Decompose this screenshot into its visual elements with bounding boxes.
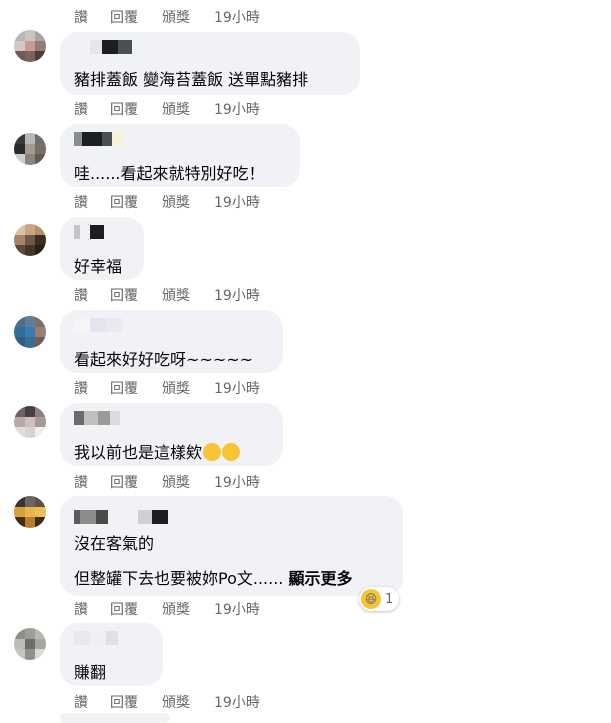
comment-bubble: 賺翻 bbox=[60, 623, 163, 686]
commenter-name[interactable] bbox=[74, 411, 120, 427]
laughing-emoji-icon bbox=[203, 443, 222, 461]
comment-bubble: 哇......看起來就特別好吃！ bbox=[60, 124, 300, 187]
see-more-link[interactable]: 顯示更多 bbox=[288, 569, 352, 588]
comment-actions: 讚 回覆 頒獎 19小時 bbox=[74, 692, 260, 712]
comment-actions: 讚 回覆 頒獎 19小時 bbox=[74, 472, 260, 492]
comment-bubble: 好幸福 bbox=[60, 217, 144, 280]
commenter-name[interactable] bbox=[74, 132, 124, 148]
commenter-name[interactable] bbox=[74, 631, 118, 647]
comment-text: 哇......看起來就特別好吃！ bbox=[74, 164, 265, 183]
comment-text: 豬排蓋飯 變海苔蓋飯 送單點豬排 bbox=[74, 70, 309, 89]
reply-link[interactable]: 回覆 bbox=[110, 99, 162, 119]
award-link[interactable]: 頒獎 bbox=[162, 7, 214, 27]
reaction-count: 1 bbox=[385, 591, 394, 607]
timestamp[interactable]: 19小時 bbox=[214, 285, 260, 305]
timestamp[interactable]: 19小時 bbox=[214, 692, 260, 712]
award-link[interactable]: 頒獎 bbox=[162, 192, 214, 212]
comment-text-line2: 但整罐下去也要被妳Po文...... 顯示更多 bbox=[74, 565, 353, 589]
haha-reaction-icon: 😆 bbox=[361, 589, 381, 609]
comment-bubble: 看起來好好吃呀~~~~~ bbox=[60, 310, 283, 373]
comment-text: 好幸福 bbox=[74, 257, 123, 276]
laughing-emoji-icon bbox=[222, 443, 241, 461]
comment-text-line1: 沒在客氣的 bbox=[74, 534, 155, 553]
commenter-name[interactable] bbox=[74, 510, 168, 526]
next-comment-bubble bbox=[60, 713, 170, 723]
timestamp[interactable]: 19小時 bbox=[214, 378, 260, 398]
like-link[interactable]: 讚 bbox=[74, 378, 110, 398]
commenter-name[interactable] bbox=[90, 40, 132, 56]
comment-bubble: 沒在客氣的 但整罐下去也要被妳Po文...... 顯示更多 bbox=[60, 496, 403, 596]
award-link[interactable]: 頒獎 bbox=[162, 599, 214, 619]
timestamp[interactable]: 19小時 bbox=[214, 7, 260, 27]
reply-link[interactable]: 回覆 bbox=[110, 599, 162, 619]
like-link[interactable]: 讚 bbox=[74, 692, 110, 712]
comment-actions: 讚 回覆 頒獎 19小時 bbox=[74, 192, 260, 212]
comment-actions: 讚 回覆 頒獎 19小時 bbox=[74, 285, 260, 305]
avatar[interactable] bbox=[14, 316, 46, 348]
like-link[interactable]: 讚 bbox=[74, 99, 110, 119]
comment-text: 看起來好好吃呀~~~~~ bbox=[74, 350, 254, 369]
like-link[interactable]: 讚 bbox=[74, 285, 110, 305]
avatar[interactable] bbox=[14, 30, 46, 62]
comment-actions: 讚 回覆 頒獎 19小時 bbox=[74, 378, 260, 398]
reaction-summary[interactable]: 😆 1 bbox=[359, 587, 400, 611]
like-link[interactable]: 讚 bbox=[74, 192, 110, 212]
comment-text-content: 我以前也是這樣欸 bbox=[74, 443, 203, 462]
avatar[interactable] bbox=[14, 133, 46, 165]
avatar[interactable] bbox=[14, 496, 46, 528]
award-link[interactable]: 頒獎 bbox=[162, 99, 214, 119]
like-link[interactable]: 讚 bbox=[74, 472, 110, 492]
avatar[interactable] bbox=[14, 406, 46, 438]
award-link[interactable]: 頒獎 bbox=[162, 285, 214, 305]
timestamp[interactable]: 19小時 bbox=[214, 472, 260, 492]
like-link[interactable]: 讚 bbox=[74, 7, 110, 27]
avatar[interactable] bbox=[14, 224, 46, 256]
like-link[interactable]: 讚 bbox=[74, 599, 110, 619]
timestamp[interactable]: 19小時 bbox=[214, 599, 260, 619]
comment-text: 我以前也是這樣欸 bbox=[74, 439, 241, 463]
reply-link[interactable]: 回覆 bbox=[110, 192, 162, 212]
award-link[interactable]: 頒獎 bbox=[162, 378, 214, 398]
reply-link[interactable]: 回覆 bbox=[110, 7, 162, 27]
reply-link[interactable]: 回覆 bbox=[110, 472, 162, 492]
commenter-name[interactable] bbox=[74, 318, 122, 334]
comment-actions: 讚 回覆 頒獎 19小時 bbox=[74, 99, 260, 119]
comment-bubble: 豬排蓋飯 變海苔蓋飯 送單點豬排 bbox=[60, 32, 360, 95]
comment-bubble: 我以前也是這樣欸 bbox=[60, 403, 283, 466]
reply-link[interactable]: 回覆 bbox=[110, 285, 162, 305]
award-link[interactable]: 頒獎 bbox=[162, 472, 214, 492]
comment-text-content: 但整罐下去也要被妳Po文...... bbox=[74, 569, 284, 588]
timestamp[interactable]: 19小時 bbox=[214, 192, 260, 212]
reply-link[interactable]: 回覆 bbox=[110, 378, 162, 398]
commenter-name[interactable] bbox=[74, 225, 104, 241]
comment-actions: 讚 回覆 頒獎 19小時 bbox=[74, 599, 260, 619]
comment-text: 賺翻 bbox=[74, 663, 107, 682]
avatar[interactable] bbox=[14, 628, 46, 660]
award-link[interactable]: 頒獎 bbox=[162, 692, 214, 712]
timestamp[interactable]: 19小時 bbox=[214, 99, 260, 119]
comment-actions: 讚 回覆 頒獎 19小時 bbox=[74, 7, 260, 27]
reply-link[interactable]: 回覆 bbox=[110, 692, 162, 712]
